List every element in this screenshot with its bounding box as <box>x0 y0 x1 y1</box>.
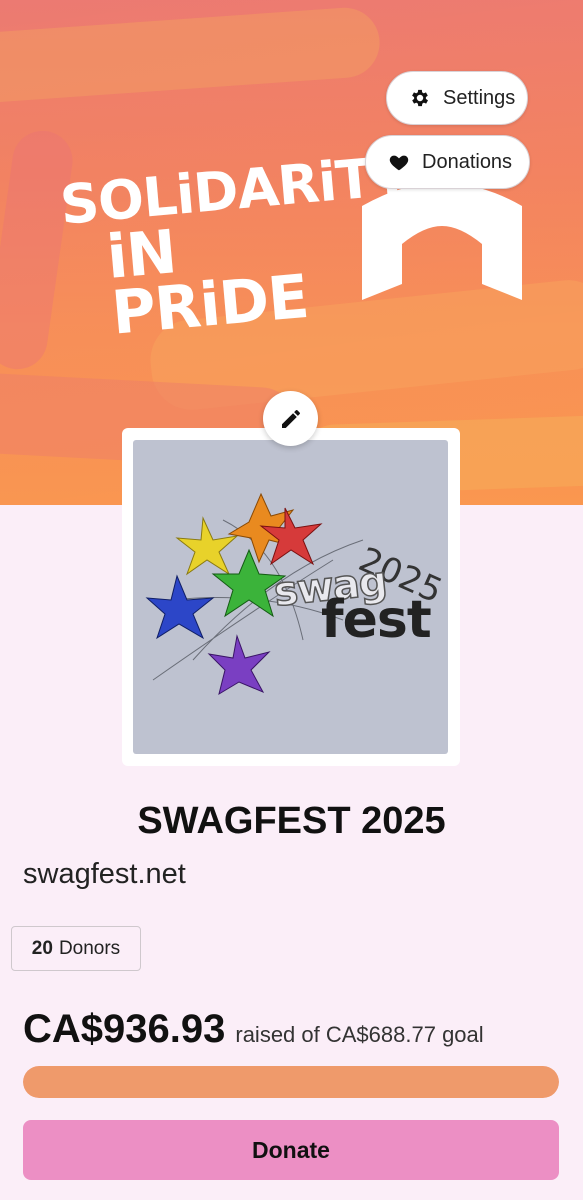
settings-label: Settings <box>443 86 516 109</box>
donors-badge[interactable]: 20 Donors <box>11 926 141 971</box>
artwork-fest-text: fest <box>321 590 432 650</box>
yellow-star-icon <box>175 516 239 576</box>
donor-label: Donors <box>58 937 121 959</box>
settings-button[interactable]: Settings <box>386 71 528 125</box>
gear-icon <box>412 89 428 107</box>
purple-star-icon <box>207 634 271 696</box>
arch-logo-icon <box>362 188 522 300</box>
raised-amount: CA$936.93 <box>23 1007 226 1051</box>
donor-count: 20 <box>31 937 53 959</box>
pencil-icon <box>281 409 300 428</box>
edit-button[interactable] <box>263 391 318 446</box>
raised-summary: CA$936.93 raised of CA$688.77 goal <box>23 1007 484 1052</box>
raised-goal-text: raised of CA$688.77 goal <box>235 1022 484 1047</box>
donations-label: Donations <box>422 150 513 173</box>
blue-star-icon <box>145 574 215 640</box>
heart-icon <box>389 155 409 171</box>
event-image-card: 2025 swag fest <box>122 428 460 766</box>
donate-button[interactable]: Donate <box>23 1120 559 1180</box>
progress-bar <box>23 1066 559 1098</box>
donations-button[interactable]: Donations <box>365 135 530 189</box>
campaign-title: SWAGFEST 2025 <box>137 800 446 842</box>
event-image: 2025 swag fest <box>133 440 448 754</box>
campaign-website: swagfest.net <box>23 858 186 890</box>
progress-bar-fill <box>23 1066 559 1098</box>
solidarity-in-pride-logo: SOLiDARiTY iN PRiDE <box>58 143 413 348</box>
